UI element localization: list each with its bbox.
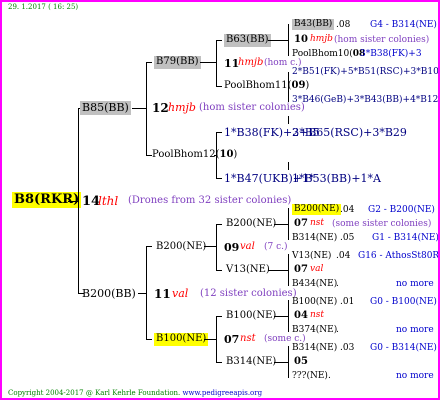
gen4-r15-queen[interactable]: B374(NE) [292,326,337,335]
gen1-bottom-generation: 11 [154,287,171,301]
gen4-r13-queen[interactable]: B100(NE) [292,298,337,307]
gen4-r16-queen[interactable]: B314(NE) [292,344,337,353]
gen3-b-formula: 3*B46(GeB)+3*B43(BB)+4*B126(A... [292,95,439,105]
gen2-d-queen[interactable]: B100(NE) [154,333,209,346]
gen4-r7-queen[interactable]: B200(NE) [292,204,342,216]
gen4-r2-note: (hom sister colonies) [334,35,430,45]
gen4-r9-queen[interactable]: B314(NE) [292,234,337,243]
gen1-bottom-note: (12 sister colonies) [200,288,297,299]
gen4-r15-right: no more [396,325,434,335]
gen2-c-code: val [240,241,255,252]
gen4-r11-code: val [310,264,324,274]
gen4-r12-right: no more [396,279,434,289]
gen4-r12-queen[interactable]: B434(NE) [292,280,337,289]
gen4-r10-queen[interactable]: V13(NE) [292,252,331,261]
copyright: Copyright 2004-2017 @ Karl Kehrle Founda… [8,389,263,397]
gen1-top-code: hmjb [168,101,196,114]
gen1-top-queen[interactable]: B85(BB) [80,101,131,115]
gen4-r18-right: no more [396,371,434,381]
gen1-top-note: (hom sister colonies) [199,102,305,113]
gen1-top-generation: 12 [152,101,169,115]
root-code: lthl [98,194,119,208]
gen3-h-queen[interactable]: B314(NE) [226,357,276,367]
gen4-r1-queen[interactable]: B43(BB) [292,19,335,31]
gen4-r16-num: .03 [340,343,355,353]
gen4-r3-right: 3*B38(FK)+3 [360,49,422,59]
gen2-b-queen[interactable]: PoolBhom12(10) [152,150,237,160]
gen1-bottom-queen[interactable]: B200(BB) [80,287,138,301]
gen3-b-queen[interactable]: PoolBhom11(09) [224,81,309,91]
gen4-r18-queen[interactable]: ???(NE) [292,372,328,381]
gen4-r13-right: G0 - B100(NE) [370,297,437,307]
gen4-r2-generation: 10 [294,34,308,45]
gen4-r15-num: . [336,325,339,335]
gen4-r7-right: G2 - B200(NE) [368,205,435,215]
gen4-r2-code: hmjb [310,34,333,44]
root-note: (Drones from 32 sister colonies) [128,195,292,206]
root-queen[interactable]: B8(RKR) [12,192,82,208]
gen4-r13-num: .01 [340,297,355,307]
gen4-r16-right: G0 - B314(NE) [370,343,437,353]
gen4-r1-num: .08 [336,20,351,30]
gen2-c-note: (7 c.) [264,242,288,252]
gen4-r10-right: G16 - AthosSt80R [358,251,440,261]
gen4-r10-num: .04 [336,251,351,261]
gen2-d-code: nst [240,333,256,344]
gen4-r11-generation: 07 [294,264,308,275]
print-date: 29. 1.2017 ( 16: 25) [8,3,79,11]
gen2-d-generation: 07 [224,333,240,346]
gen4-r5-formula: 2+B65(RSC)+3*B29 [292,126,407,139]
gen2-c-queen[interactable]: B200(NE) [154,241,208,254]
gen3-e-queen[interactable]: B200(NE) [226,219,276,229]
gen3-f-queen[interactable]: V13(NE) [226,265,270,275]
gen2-a-queen[interactable]: B79(BB) [154,56,201,69]
gen4-r8-note: (some sister colonies) [332,219,432,229]
gen4-r4-formula: 2*B51(FK)+5*B51(RSC)+3*B106(... [292,67,439,77]
gen4-r9-right: G1 - B314(NE) [372,233,439,243]
gen4-r8-code: nst [310,218,325,228]
gen4-r6-formula: 1*B53(BB)+1*A [292,172,381,185]
gen4-r12-num: . [336,279,339,289]
gen1-bottom-code: val [172,287,189,300]
pedigree-chart: { "header": {"date": "29. 1.2017 ( 16: 2… [0,0,440,400]
gen4-r14-code: nst [310,310,325,320]
gen4-r1-right: G4 - B314(NE) [370,20,437,30]
gen4-r3-queen[interactable]: PoolBhom10(08 [292,50,365,59]
gen2-c-generation: 09 [224,241,240,254]
gen4-r7-num: .04 [340,205,355,215]
gen4-r8-generation: 07 [294,218,308,229]
gen3-g-queen[interactable]: B100(NE) [226,311,276,321]
gen4-r18-num: . [328,371,331,381]
gen3-a-queen[interactable]: B63(BB) [224,34,271,47]
gen4-r14-generation: 04 [294,310,308,321]
gen4-r17-generation: 05 [294,356,308,367]
gen4-r9-num: .05 [340,233,355,243]
gen2-a-code: hmjb [238,57,264,68]
